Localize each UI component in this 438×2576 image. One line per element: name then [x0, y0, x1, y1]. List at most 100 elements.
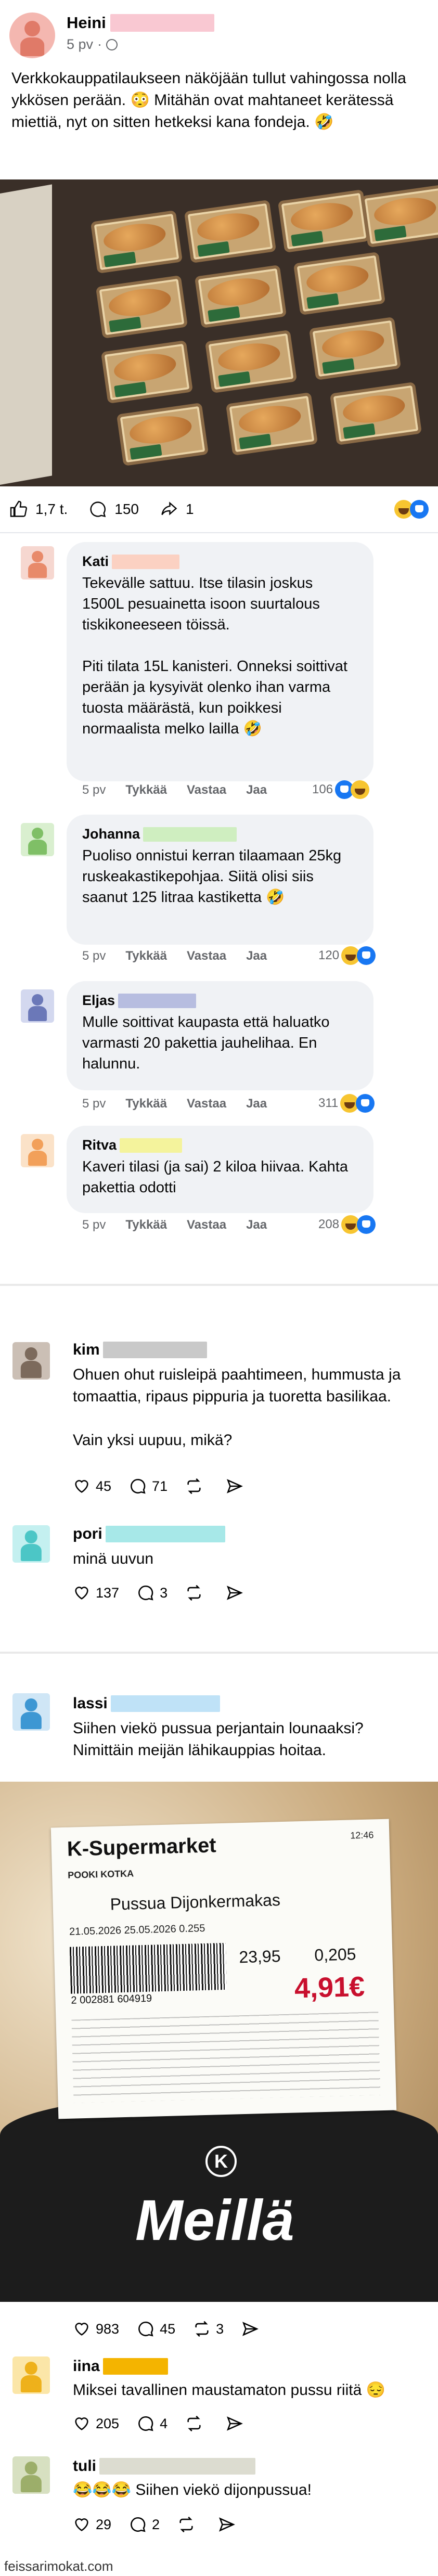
reply-avatar[interactable] [12, 2456, 50, 2494]
reply-send-button[interactable] [226, 2415, 249, 2432]
send-icon [227, 1586, 243, 1600]
thread-like-count: 45 [96, 1478, 112, 1494]
comment-like-button[interactable]: Tykkää [125, 783, 167, 797]
reply-author[interactable]: tuli [73, 2457, 96, 2475]
reply-repost-button[interactable] [177, 2516, 200, 2533]
comment-reply-button[interactable]: Vastaa [187, 949, 226, 963]
comment-bubble: Ritva Kaveri tilasi (ja sai) 2 kiloa hii… [67, 1126, 373, 1213]
comment-time[interactable]: 5 pv [82, 1218, 106, 1232]
comment-reaction-count[interactable]: 106 [312, 780, 370, 799]
send-icon [227, 2416, 243, 2431]
comment-author[interactable]: Kati [82, 553, 109, 570]
post-author-avatar[interactable] [9, 12, 55, 58]
label-ingredients [71, 2012, 381, 2103]
comment-like-button[interactable]: Tykkää [125, 1218, 167, 1232]
label-dates: 21.05.2026 25.05.2026 0.255 [69, 1922, 205, 1938]
comment-reply-button[interactable]: Vastaa [187, 1218, 226, 1232]
comment-share-button[interactable]: Jaa [246, 783, 267, 797]
reply-like-button[interactable]: 29 [73, 2516, 111, 2533]
comment-actions: 5 pv Tykkää Vastaa Jaa [82, 1218, 287, 1232]
reply-reply-button[interactable]: 4 [137, 2415, 168, 2432]
reply-avatar[interactable] [12, 1525, 50, 1563]
reply-like-button[interactable]: 137 [73, 1584, 119, 1602]
comment-share-button[interactable]: Jaa [246, 949, 267, 963]
reply-repost-button[interactable] [185, 1584, 208, 1602]
name-redaction [112, 554, 180, 569]
like-button[interactable]: 1,7 t. [9, 500, 68, 519]
comment-button[interactable]: 150 [88, 500, 139, 519]
name-redaction [105, 1526, 225, 1542]
comment-reaction-count[interactable]: 208 [318, 1215, 376, 1234]
reply-reply-button[interactable]: 3 [137, 1584, 168, 1602]
label-brand: K-Supermarket [67, 1834, 217, 1861]
label-price-per-kg: 23,95 [238, 1947, 281, 1967]
reply-send-button[interactable] [218, 2516, 241, 2533]
comment-like-button[interactable]: Tykkää [125, 949, 167, 963]
repost-icon [187, 1478, 201, 1495]
reply-send-button[interactable] [226, 1584, 249, 1602]
comment-like-button[interactable]: Tykkää [125, 1097, 167, 1111]
comment-avatar[interactable] [21, 823, 54, 856]
thread-reply-count: 71 [152, 1478, 168, 1494]
food-trays [0, 179, 438, 486]
thread-author[interactable]: lassi [73, 1695, 108, 1712]
thread-like-button[interactable]: 983 [73, 2320, 119, 2338]
heart-icon [75, 1480, 88, 1493]
reply-repost-button[interactable] [185, 2415, 208, 2432]
reply-actions: 29 2 [73, 2516, 259, 2533]
repost-icon [195, 2321, 209, 2337]
post-author-name[interactable]: Heini [67, 14, 106, 32]
comment-author[interactable]: Johanna [82, 826, 140, 842]
thread-reply-button[interactable]: 45 [137, 2320, 175, 2338]
comment-reply-button[interactable]: Vastaa [187, 1097, 226, 1111]
section-divider [0, 1284, 438, 1286]
reply-reply-count: 4 [160, 2415, 168, 2431]
comment-author[interactable]: Eljas [82, 993, 115, 1009]
comment-time[interactable]: 5 pv [82, 1097, 106, 1111]
thread-send-button[interactable] [226, 1477, 249, 1495]
comment-time[interactable]: 5 pv [82, 783, 106, 797]
thread-like-button[interactable]: 45 [73, 1477, 111, 1495]
comment-time[interactable]: 5 pv [82, 949, 106, 963]
reply-like-count: 205 [96, 2415, 120, 2431]
thread-repost-button[interactable]: 3 [193, 2320, 224, 2338]
comment-reaction-count[interactable]: 120 [318, 946, 376, 965]
thread-avatar[interactable] [12, 1693, 50, 1731]
comment-share-button[interactable]: Jaa [246, 1218, 267, 1232]
heart-icon [75, 2323, 88, 2336]
reply-icon [138, 2416, 153, 2431]
reply-author[interactable]: iina [73, 2358, 100, 2375]
facebook-post: Heini 5 pv · Verkkokauppatilaukseen näkö… [0, 0, 438, 1259]
thread-photo[interactable]: K-Supermarket 12:46 POOKI KOTKA Pussua D… [0, 1782, 438, 2302]
reaction-count: 311 [318, 1096, 339, 1110]
reply-icon [131, 1478, 146, 1494]
comment-avatar[interactable] [21, 1134, 54, 1167]
globe-icon [106, 38, 118, 50]
comment-text: Puoliso onnistui kerran tilaamaan 25kg r… [82, 847, 342, 906]
thread-author[interactable]: kim [73, 1341, 100, 1359]
post-time[interactable]: 5 pv [67, 36, 93, 53]
comment-avatar[interactable] [21, 546, 54, 579]
comment-reply-button[interactable]: Vastaa [187, 783, 226, 797]
comment-count: 150 [114, 501, 139, 517]
comment-share-button[interactable]: Jaa [246, 1097, 267, 1111]
thread-send-button[interactable] [241, 2320, 264, 2338]
reply-icon [138, 1585, 153, 1601]
share-button[interactable]: 1 [160, 500, 194, 519]
thread-avatar[interactable] [12, 1342, 50, 1380]
post-photo[interactable] [0, 179, 438, 486]
comment-bubble: Eljas Mulle soittivat kaupasta että halu… [67, 981, 373, 1090]
reply-like-button[interactable]: 205 [73, 2415, 119, 2432]
comment-author[interactable]: Ritva [82, 1137, 117, 1153]
send-icon [227, 1479, 243, 1493]
thread-reply-button[interactable]: 71 [129, 1477, 168, 1495]
comment-avatar[interactable] [21, 989, 54, 1023]
thread-repost-button[interactable] [185, 1477, 208, 1495]
reaction-emojis[interactable] [394, 500, 429, 519]
reply-reply-button[interactable]: 2 [129, 2516, 160, 2533]
reply-author[interactable]: pori [73, 1525, 102, 1543]
comment-reaction-count[interactable]: 311 [318, 1094, 375, 1113]
reply-reply-count: 3 [160, 1585, 168, 1601]
reply-avatar[interactable] [12, 2356, 50, 2394]
comment-icon [90, 501, 106, 518]
